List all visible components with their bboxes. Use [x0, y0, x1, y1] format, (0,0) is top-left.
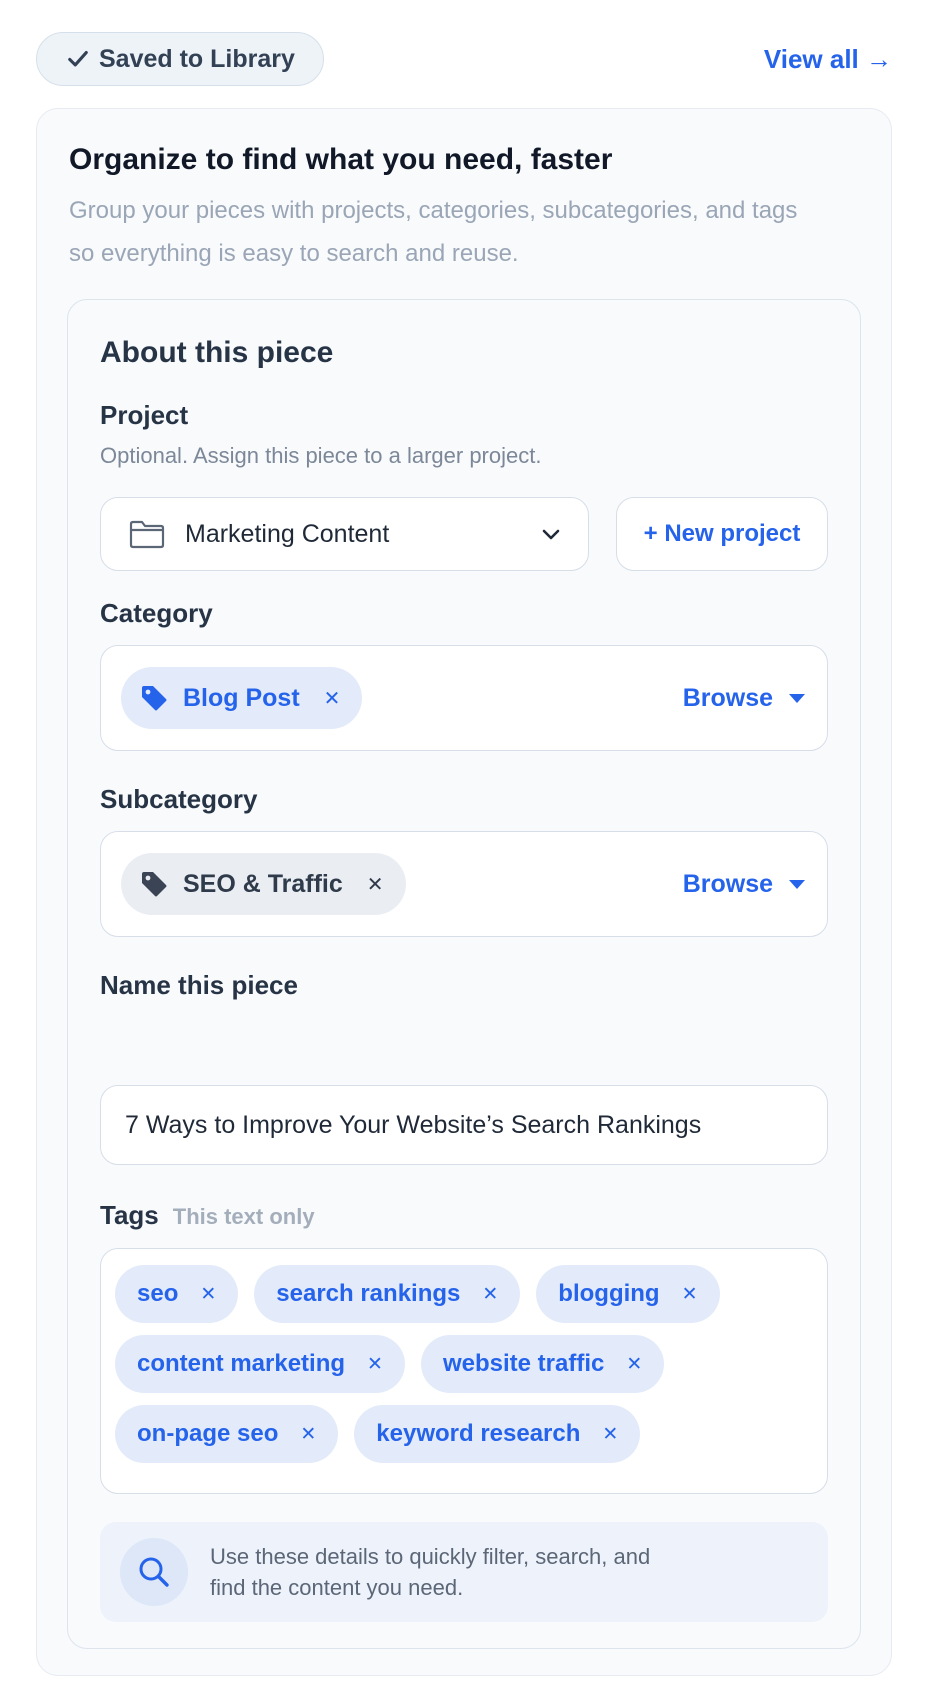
tag-chip: blogging ✕: [536, 1265, 720, 1323]
caret-down-icon: [789, 693, 805, 703]
tag-chip-label: search rankings: [276, 1280, 461, 1307]
tag-icon: [142, 686, 167, 711]
folder-icon: [129, 520, 165, 549]
check-icon: [68, 51, 88, 67]
close-icon[interactable]: ✕: [602, 1423, 618, 1446]
tag-chip: on-page seo ✕: [115, 1405, 339, 1463]
project-select[interactable]: Marketing Content: [100, 497, 589, 571]
close-icon[interactable]: ✕: [200, 1283, 216, 1306]
tags-label: Tags: [100, 1200, 159, 1230]
saved-status-label: Saved to Library: [99, 44, 295, 73]
category-chip: Blog Post ✕: [121, 667, 363, 729]
close-icon[interactable]: ✕: [324, 686, 341, 711]
subcategory-field: SEO & Traffic ✕ Browse: [100, 831, 828, 937]
organize-card: Organize to find what you need, faster G…: [36, 108, 892, 1676]
category-browse-button[interactable]: Browse: [683, 684, 805, 713]
info-text: Use these details to quickly filter, sea…: [210, 1544, 651, 1600]
category-label: Category: [100, 598, 213, 628]
subcategory-browse-label: Browse: [682, 869, 773, 898]
tag-chip: search rankings ✕: [254, 1265, 521, 1323]
view-all-link[interactable]: View all →: [764, 44, 892, 75]
tags-header: Tags This text only: [100, 1200, 315, 1231]
tag-icon: [142, 872, 167, 897]
info-icon-wrap: [120, 1538, 188, 1606]
tag-chip-label: seo: [137, 1280, 179, 1307]
about-piece-title: About this piece: [100, 336, 334, 369]
close-icon[interactable]: ✕: [367, 1353, 383, 1376]
top-bar: Saved to Library View all →: [36, 32, 892, 86]
category-chip-label: Blog Post: [183, 683, 300, 712]
category-browse-label: Browse: [682, 683, 773, 712]
tag-chip: seo ✕: [115, 1265, 239, 1323]
tags-sublabel: This text only: [172, 1204, 315, 1229]
subcategory-browse-button[interactable]: Browse: [683, 870, 805, 899]
piece-name-input[interactable]: 7 Ways to Improve Your Website’s Search …: [100, 1085, 828, 1165]
organize-title: Organize to find what you need, faster: [69, 143, 613, 176]
close-icon[interactable]: ✕: [482, 1283, 498, 1306]
tag-chip-label: blogging: [558, 1280, 660, 1307]
tag-chip: content marketing ✕: [115, 1335, 405, 1393]
tag-chip: keyword research ✕: [354, 1405, 641, 1463]
project-label: Project: [100, 400, 189, 430]
project-hint: Optional. Assign this piece to a larger …: [100, 443, 542, 468]
subcategory-chip: SEO & Traffic ✕: [121, 853, 406, 915]
subcategory-label: Subcategory: [100, 784, 258, 814]
category-field: Blog Post ✕ Browse: [100, 645, 828, 751]
saved-status-badge: Saved to Library: [36, 32, 324, 86]
organize-description: Group your pieces with projects, categor…: [69, 197, 798, 267]
close-icon[interactable]: ✕: [626, 1353, 642, 1376]
close-icon[interactable]: ✕: [300, 1423, 316, 1446]
caret-down-icon: [789, 879, 805, 889]
subcategory-chip-label: SEO & Traffic: [183, 869, 343, 898]
tag-chip-label: keyword research: [376, 1420, 581, 1447]
project-select-value: Marketing Content: [185, 519, 390, 548]
new-project-button[interactable]: + New project: [616, 497, 828, 571]
tag-chip-label: website traffic: [442, 1350, 605, 1377]
close-icon[interactable]: ✕: [367, 872, 384, 897]
search-icon: [139, 1557, 169, 1587]
info-banner: Use these details to quickly filter, sea…: [100, 1522, 828, 1622]
tag-chip: website traffic ✕: [420, 1335, 665, 1393]
name-label: Name this piece: [100, 970, 298, 1000]
close-icon[interactable]: ✕: [682, 1283, 698, 1306]
tag-chip-label: on-page seo: [137, 1420, 279, 1447]
chevron-down-icon: [542, 529, 560, 540]
tag-chip-label: content marketing: [137, 1350, 346, 1377]
about-piece-panel: About this piece Project Optional. Assig…: [67, 299, 861, 1649]
tags-field[interactable]: seo ✕ search rankings ✕ blogging ✕ content …: [100, 1248, 828, 1494]
